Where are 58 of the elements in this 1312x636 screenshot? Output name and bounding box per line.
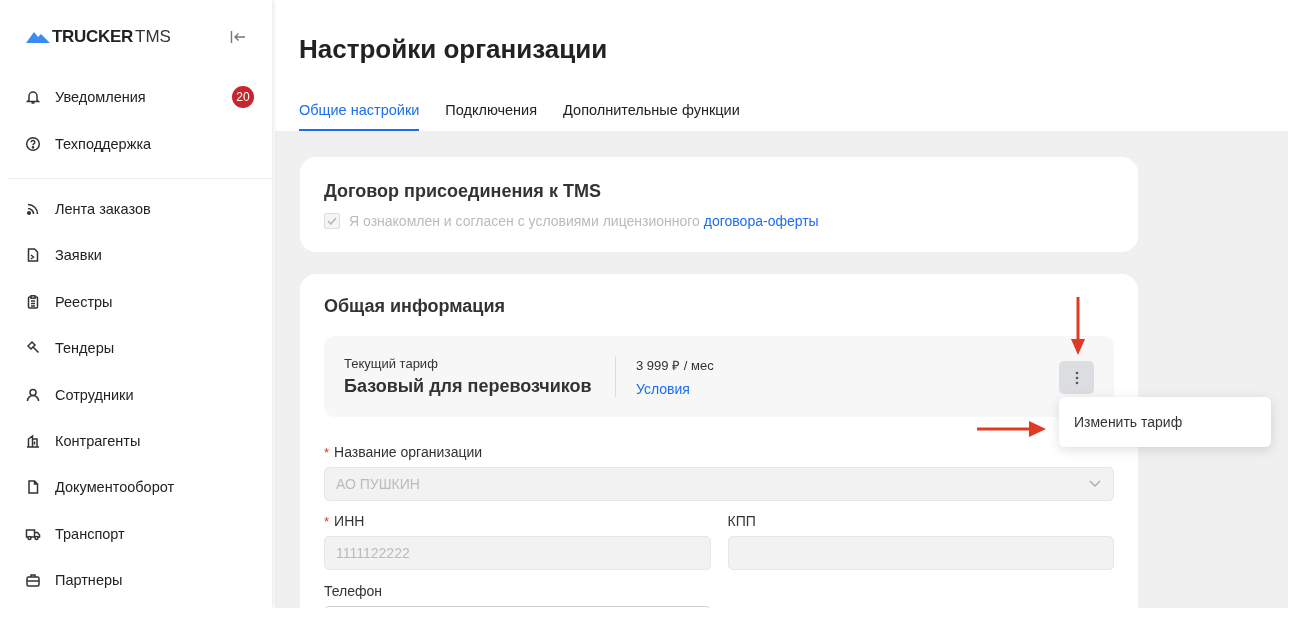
sidebar-item-label: Уведомления bbox=[55, 89, 147, 106]
person-icon bbox=[25, 386, 41, 403]
field-label: Телефон bbox=[324, 583, 383, 599]
bell-icon bbox=[25, 89, 41, 106]
terms-link[interactable]: Условия bbox=[636, 381, 690, 397]
chevron-down-icon bbox=[1089, 480, 1101, 488]
building-icon bbox=[25, 432, 41, 449]
sidebar-item-label: Тендеры bbox=[55, 340, 116, 357]
help-icon bbox=[25, 135, 41, 152]
sidebar-item-label: Реестры bbox=[55, 293, 114, 310]
collapse-icon[interactable] bbox=[230, 31, 246, 43]
menu-item[interactable]: Изменить тариф bbox=[1059, 407, 1271, 437]
annotation-arrow bbox=[977, 421, 1046, 437]
sidebar-item[interactable]: Реестры bbox=[0, 278, 272, 325]
clipboard-icon bbox=[25, 293, 41, 310]
briefcase-icon bbox=[25, 572, 41, 589]
agreement-text: Я ознакомлен и согласен с условиями лицензионного договора-оферты bbox=[349, 213, 819, 229]
field-label: ИНН bbox=[334, 513, 365, 529]
field-label: КПП bbox=[727, 513, 756, 529]
more-icon bbox=[1074, 370, 1079, 385]
sidebar-item[interactable]: Сотрудники bbox=[0, 371, 272, 418]
tariff-name: Базовый для перевозчиков bbox=[344, 376, 593, 397]
sidebar-item[interactable]: Уведомления 20 bbox=[0, 74, 272, 121]
sidebar-item[interactable]: Документооборот bbox=[0, 464, 272, 511]
sidebar-item-label: Контрагенты bbox=[55, 432, 142, 449]
check-icon bbox=[327, 217, 337, 225]
file-icon bbox=[25, 479, 41, 496]
page-title: Настройки организации bbox=[299, 33, 609, 66]
settings-tab[interactable]: Дополнительные функции bbox=[563, 102, 740, 131]
sidebar-item-label: Документооборот bbox=[55, 479, 176, 496]
annotation-arrow bbox=[1071, 297, 1085, 355]
notification-count: 20 bbox=[232, 86, 254, 109]
logo-text: TRUCKER bbox=[52, 27, 133, 47]
logo-suffix: TMS bbox=[135, 27, 171, 47]
sidebar-item[interactable]: Партнеры bbox=[0, 556, 272, 604]
card-title: Общая информация bbox=[324, 296, 506, 317]
more-button[interactable] bbox=[1059, 361, 1094, 394]
tariff-price: 3 999 ₽ / мес bbox=[636, 357, 714, 374]
sidebar-item[interactable]: Техподдержка bbox=[0, 120, 272, 167]
sidebar-item[interactable]: Заявки bbox=[0, 232, 272, 279]
sidebar-item-label: Заявки bbox=[55, 247, 103, 264]
sidebar-item-label: Партнеры bbox=[55, 572, 124, 589]
sidebar-item[interactable]: Лента заказов bbox=[0, 185, 272, 233]
document-icon bbox=[25, 247, 41, 264]
sidebar-item[interactable]: Транспорт bbox=[0, 510, 272, 557]
tariff-caption: Текущий тариф bbox=[344, 356, 439, 371]
required-mark: * bbox=[324, 513, 330, 529]
sidebar-item-label: Лента заказов bbox=[55, 200, 152, 217]
sidebar-item[interactable]: Контрагенты bbox=[0, 417, 272, 465]
field-label: Название организации bbox=[334, 444, 483, 460]
sidebar-item-label: Транспорт bbox=[55, 525, 126, 542]
mountain-icon bbox=[26, 31, 50, 43]
sidebar-item[interactable]: Тендеры bbox=[0, 324, 272, 372]
sidebar-item-label: Сотрудники bbox=[55, 386, 135, 403]
card-title: Договор присоединения к TMS bbox=[324, 181, 602, 202]
required-mark: * bbox=[324, 444, 330, 460]
sidebar-item-label: Техподдержка bbox=[55, 135, 153, 152]
settings-tab[interactable]: Подключения bbox=[445, 102, 538, 131]
